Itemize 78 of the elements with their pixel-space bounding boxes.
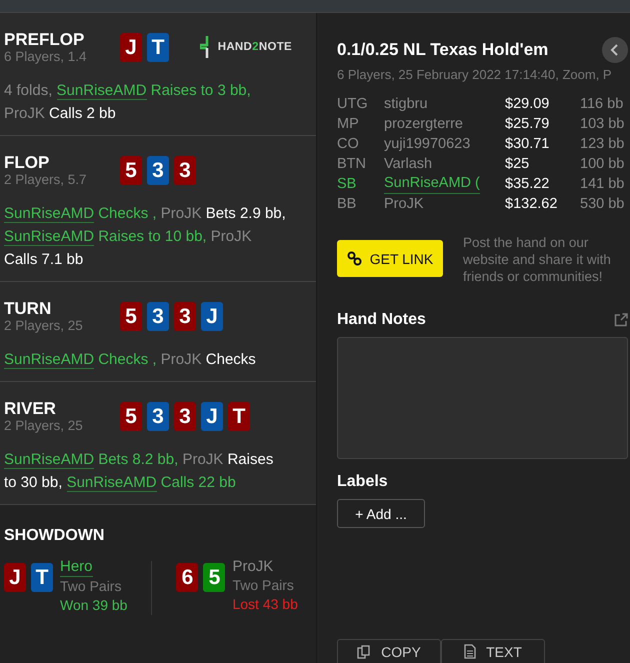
position-cell-text: UTG: [337, 95, 369, 114]
player-name-cell-text: ProJK: [384, 195, 424, 214]
stack-cell-text: $30.71: [505, 135, 550, 154]
player-name-cell-text: prozergterre: [384, 115, 464, 134]
get-link-button[interactable]: GET LINK: [337, 240, 443, 277]
playing-card: 6: [176, 563, 198, 592]
stack-cell-text: $25.79: [505, 115, 550, 134]
stack-cell-text: $29.09: [505, 95, 550, 114]
position-cell-text: CO: [337, 135, 360, 154]
player-name-cell[interactable]: SunRiseAMD (: [384, 174, 480, 194]
playing-card: J: [4, 563, 26, 592]
result-text: Lost 43 bb: [232, 595, 298, 614]
logo-text: HAND2NOTE: [218, 41, 292, 53]
big-blinds-cell-text: 103 bb: [580, 115, 626, 134]
back-button[interactable]: [602, 37, 628, 63]
link-icon: [346, 251, 362, 266]
result-text: Won 39 bb: [60, 596, 128, 615]
big-blinds-cell-text: 123 bb: [580, 135, 626, 154]
playing-card: 3: [174, 402, 196, 431]
notes-field[interactable]: [337, 337, 628, 459]
big-blinds-cell-text: 141 bb: [580, 175, 626, 194]
position-cell-text: SB: [337, 175, 358, 194]
player-name[interactable]: Hero: [60, 557, 93, 577]
player-name-cell-text: stigbru: [384, 95, 429, 114]
street-info: 2 Players, 25: [4, 318, 84, 334]
hand-rank: Two Pairs: [60, 577, 122, 596]
document-icon: [464, 644, 476, 659]
playing-card: 5: [120, 302, 142, 331]
showdown-title: SHOWDOWN: [4, 527, 104, 544]
copy-button[interactable]: COPY: [337, 639, 441, 663]
playing-card: J: [120, 33, 142, 62]
notes-title: Hand Notes: [337, 311, 426, 329]
street-name: PREFLOP: [4, 31, 86, 49]
stack-cell-text: $35.22: [505, 175, 550, 194]
game-title: 0.1/0.25 NL Texas Hold'em: [337, 40, 548, 60]
playing-card: T: [147, 33, 169, 62]
player-name-cell-text: Varlash: [384, 155, 434, 174]
playing-card: 5: [120, 402, 142, 431]
street-name: TURN: [4, 300, 52, 318]
text-button[interactable]: TEXT: [441, 639, 545, 663]
player-name: ProJK: [232, 557, 274, 576]
big-blinds-cell-text: 100 bb: [580, 155, 626, 174]
playing-card: 3: [147, 156, 169, 185]
action-summary: SunRiseAMD Checks , ProJK Bets 2.9 bb, SunRiseAMD Raises to 10 bb, ProJK Calls 7.1 bb: [4, 204, 286, 270]
hand-rank: Two Pairs: [232, 576, 295, 595]
playing-card: T: [31, 563, 53, 592]
street-info: 2 Players, 25: [4, 418, 84, 434]
playing-card: J: [201, 302, 223, 331]
stack-cell-text: $25: [505, 155, 530, 174]
copy-icon: [357, 644, 372, 658]
action-summary: 4 folds, SunRiseAMD Raises to 3 bb, ProJK Calls 2 bb: [4, 81, 252, 124]
street-info: 2 Players, 5.7: [4, 172, 88, 188]
labels-title: Labels: [337, 473, 388, 491]
playing-card: 3: [147, 402, 169, 431]
action-summary: SunRiseAMD Checks , ProJK Checks: [4, 350, 257, 371]
big-blinds-cell-text: 116 bb: [580, 95, 624, 114]
player-name-cell-text: yuji19970623: [384, 135, 472, 154]
position-cell-text: MP: [337, 115, 360, 134]
external-link-icon[interactable]: [614, 313, 628, 327]
add-label-button[interactable]: + Add ...: [337, 499, 425, 528]
game-subtitle: 6 Players, 25 February 2022 17:14:40, Zoom, P: [337, 67, 613, 82]
playing-card: 3: [174, 302, 196, 331]
chevron-left-icon: [610, 44, 620, 56]
action-summary: SunRiseAMD Bets 8.2 bb, ProJK Raises to 30 bb, SunRiseAMD Calls 22 bb: [4, 450, 274, 494]
big-blinds-cell-text: 530 bb: [580, 195, 626, 214]
playing-card: 3: [147, 302, 169, 331]
position-cell-text: BB: [337, 195, 358, 214]
playing-card: T: [228, 402, 250, 431]
street-info: 6 Players, 1.4: [4, 49, 88, 65]
playing-card: 5: [203, 563, 226, 592]
position-cell-text: BTN: [337, 155, 367, 174]
playing-card: 5: [120, 156, 142, 185]
share-hint: Post the hand on our website and share it with friends or communities!: [463, 234, 612, 285]
playing-card: 3: [174, 156, 196, 185]
street-name: RIVER: [4, 400, 57, 418]
stack-cell-text: $132.62: [505, 195, 558, 214]
playing-card: J: [201, 402, 223, 431]
street-name: FLOP: [4, 154, 50, 172]
